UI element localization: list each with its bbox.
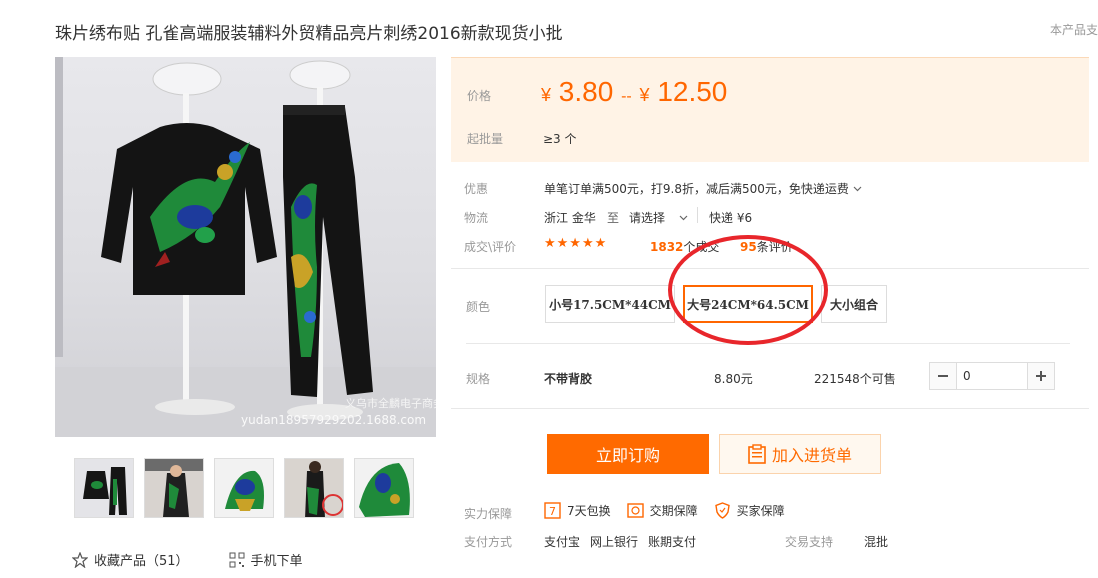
plus-icon [1036, 371, 1046, 381]
reviews-link[interactable]: 95条评价 [740, 238, 793, 255]
color-option-large[interactable]: 大号24CM*64.5CM [683, 285, 813, 323]
spec-price: 8.80元 [714, 372, 753, 386]
logistics-to: 至 [607, 211, 620, 225]
section-divider [451, 268, 1089, 269]
chevron-down-icon [679, 215, 688, 220]
logistics-label: 物流 [464, 211, 489, 225]
order-now-button[interactable]: 立即订购 [547, 434, 709, 474]
mobile-order-label: 手机下单 [250, 554, 303, 569]
currency-symbol-2: ¥ [639, 85, 650, 105]
qr-code-icon [229, 552, 245, 567]
guarantee-label: 实力保障 [464, 507, 513, 521]
mobile-order-button[interactable]: 手机下单 [229, 550, 303, 569]
thumbnail-2[interactable] [144, 458, 204, 518]
spec-name: 不带背胶 [544, 372, 593, 386]
reviews-count: 95 [740, 240, 757, 254]
deals-count: 1832 [650, 240, 684, 254]
product-illustration [55, 57, 436, 437]
currency-symbol: ¥ [541, 85, 552, 105]
payment-online-bank: 网上银行 [590, 535, 639, 549]
reviews-label: 成交\评价 [464, 240, 517, 254]
promo-label: 优惠 [464, 182, 489, 196]
trade-support-value: 混批 [864, 535, 889, 549]
guarantee-list: 7 7天包换 交期保障 买家保障 [544, 502, 801, 519]
increment-button[interactable] [1028, 363, 1054, 389]
star-outline-icon [72, 551, 88, 568]
support-text: 本产品支 [1049, 23, 1098, 37]
thumbnail-1[interactable] [74, 458, 134, 518]
thumbnail-strip [74, 458, 414, 518]
promo-dropdown[interactable]: 单笔订单满500元，打9.8折，减后满500元，免快递运费 [544, 180, 862, 197]
buttons-divider [451, 408, 1089, 409]
deals-unit: 个成交 [683, 240, 720, 254]
add-to-cart-button[interactable]: 加入进货单 [719, 434, 881, 474]
svg-text:7: 7 [549, 505, 556, 518]
shield-icon [714, 502, 730, 519]
reviews-unit: 条评价 [756, 240, 793, 254]
price-label: 价格 [467, 89, 492, 103]
left-action-bar: 收藏产品（51） 手机下单 [72, 550, 343, 569]
logistics-origin: 浙江 金华 [544, 211, 596, 225]
quantity-stepper: 0 [929, 362, 1055, 390]
spec-divider [466, 343, 1070, 344]
rating-stars: ★★★★★ [544, 236, 608, 251]
decrement-button[interactable] [930, 363, 956, 389]
add-to-cart-label: 加入进货单 [771, 446, 852, 465]
trade-support-label: 交易支持 [785, 535, 834, 549]
price-range: ¥ 3.80 -- ¥ 12.50 [541, 76, 727, 108]
logistics-divider [697, 207, 698, 223]
payment-label: 支付方式 [464, 535, 513, 549]
delivery-clock-icon [626, 503, 644, 518]
main-product-image[interactable]: 义乌市全麟电子商务商行 yudan18957929202.1688.com [55, 57, 436, 437]
image-watermark-company: 义乌市全麟电子商务商行 [345, 397, 436, 410]
promo-text: 单笔订单满500元，打9.8折，减后满500元，免快递运费 [544, 182, 849, 196]
express-fee: 快递 ¥6 [709, 211, 753, 225]
image-watermark-url: yudan18957929202.1688.com [241, 413, 427, 427]
thumbnail-4[interactable] [284, 458, 344, 518]
color-label: 颜色 [466, 300, 491, 314]
spec-stock: 221548个可售 [814, 372, 896, 386]
price-panel: 价格 ¥ 3.80 -- ¥ 12.50 起批量 ≥3 个 [451, 57, 1089, 162]
payment-credit-term: 账期支付 [648, 535, 697, 549]
thumbnail-3[interactable] [214, 458, 274, 518]
price-low: 3.80 [558, 76, 614, 107]
favorite-button[interactable]: 收藏产品（51） [72, 550, 189, 569]
thumbnail-5[interactable] [354, 458, 414, 518]
guarantee-delivery[interactable]: 交期保障 [626, 502, 698, 519]
product-title: 珠片绣布贴 孔雀高端服装辅料外贸精品亮片刺绣2016新款现货小批 [55, 24, 563, 44]
chevron-down-icon [853, 186, 862, 191]
favorite-label: 收藏产品（51） [94, 554, 189, 569]
spec-label: 规格 [466, 372, 491, 386]
seven-day-icon: 7 [544, 502, 561, 519]
clipboard-icon [748, 444, 766, 464]
color-option-combo[interactable]: 大小组合 [821, 285, 887, 323]
moq-label: 起批量 [467, 132, 504, 146]
price-separator: -- [621, 88, 632, 105]
deals-link[interactable]: 1832个成交 [650, 238, 719, 255]
price-high: 12.50 [657, 76, 728, 107]
destination-select[interactable]: 请选择 [629, 209, 688, 226]
moq-value: ≥3 个 [543, 132, 577, 146]
quantity-input[interactable]: 0 [956, 363, 1028, 389]
payment-alipay: 支付宝 [544, 535, 581, 549]
destination-select-label: 请选择 [629, 211, 666, 225]
guarantee-buyer[interactable]: 买家保障 [714, 502, 785, 519]
color-option-small[interactable]: 小号17.5CM*44CM [545, 285, 675, 323]
minus-icon [938, 375, 948, 377]
guarantee-7day[interactable]: 7 7天包换 [544, 502, 611, 519]
